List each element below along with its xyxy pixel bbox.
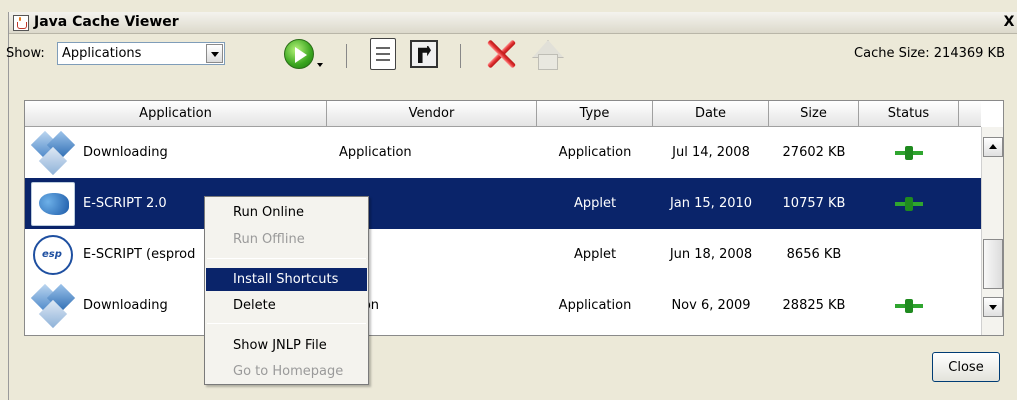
menu-item-run-online[interactable]: Run Online	[206, 201, 367, 224]
type-cell: Applet	[573, 247, 617, 262]
java-cache-icon	[30, 283, 76, 328]
status-cell	[859, 280, 959, 331]
context-menu: Run Online Run Offline Install Shortcuts…	[204, 196, 369, 385]
size-cell: 27602 KB	[782, 145, 846, 160]
status-cell	[859, 127, 959, 178]
applications-table: Application Vendor Type Date Size Status…	[24, 100, 1004, 336]
toolbar-separator	[346, 44, 347, 68]
menu-separator	[207, 258, 366, 259]
status-cell	[859, 229, 959, 280]
window-title: Java Cache Viewer	[34, 14, 179, 30]
menu-item-run-offline: Run Offline	[233, 232, 305, 247]
show-jnlp-file-icon[interactable]	[370, 38, 396, 70]
esp-icon	[33, 234, 73, 275]
java-cache-icon	[30, 130, 76, 175]
app-name: Downloading	[83, 145, 168, 160]
column-header-date[interactable]: Date	[653, 101, 769, 127]
menu-item-delete[interactable]: Delete	[206, 294, 367, 317]
type-cell: Application	[558, 298, 632, 313]
scroll-down-arrow-icon[interactable]	[983, 297, 1003, 317]
vendor-cell: Application	[339, 145, 412, 160]
table-row[interactable]: E-SCRIPT (esprod tion Applet Jun 18, 200…	[25, 229, 983, 280]
header-corner	[959, 101, 981, 127]
app-name: E-SCRIPT 2.0	[83, 196, 167, 211]
online-plug-icon	[895, 196, 923, 211]
type-cell: Applet	[573, 196, 617, 211]
scroll-up-arrow-icon[interactable]	[983, 137, 1003, 157]
menu-item-show-jnlp-file[interactable]: Show JNLP File	[206, 334, 367, 357]
show-dropdown-value: Applications	[62, 46, 142, 61]
date-cell: Nov 6, 2009	[671, 298, 751, 313]
delete-x-icon[interactable]	[485, 38, 517, 70]
status-cell	[859, 178, 959, 229]
column-header-size[interactable]: Size	[769, 101, 859, 127]
online-plug-icon	[895, 298, 923, 313]
run-options-chevron-down-icon[interactable]	[317, 63, 323, 67]
date-cell: Jan 15, 2010	[669, 196, 753, 211]
home-icon	[530, 38, 564, 70]
app-name: E-SCRIPT (esprod	[83, 247, 196, 262]
app-name: Downloading	[83, 298, 168, 313]
table-body: Downloading Application Application Jul …	[25, 127, 983, 331]
cache-size-label: Cache Size: 214369 KB	[854, 46, 1005, 61]
escript-icon	[31, 181, 75, 226]
scroll-thumb[interactable]	[983, 239, 1003, 289]
show-label: Show:	[6, 46, 45, 61]
menu-item-go-to-homepage: Go to Homepage	[233, 364, 344, 379]
table-row[interactable]: Downloading Application Application Jul …	[25, 127, 983, 178]
show-dropdown[interactable]: Applications	[57, 42, 225, 65]
table-row[interactable]: Downloading cation Application Nov 6, 20…	[25, 280, 983, 331]
toolbar-separator	[460, 44, 461, 68]
online-plug-icon	[895, 145, 923, 160]
run-button-play-icon[interactable]	[284, 39, 314, 69]
size-cell: 10757 KB	[782, 196, 846, 211]
column-header-application[interactable]: Application	[25, 101, 327, 127]
date-cell: Jul 14, 2008	[672, 145, 750, 160]
title-bar: Java Cache Viewer X	[9, 12, 1017, 34]
install-shortcut-icon[interactable]	[410, 40, 438, 68]
close-button[interactable]: Close	[932, 352, 1000, 382]
date-cell: Jun 18, 2008	[669, 247, 753, 262]
size-cell: 28825 KB	[782, 298, 846, 313]
vertical-scrollbar[interactable]	[981, 127, 1003, 335]
java-cup-icon	[13, 15, 29, 31]
menu-item-install-shortcuts[interactable]: Install Shortcuts	[206, 268, 367, 291]
column-header-type[interactable]: Type	[537, 101, 653, 127]
size-cell: 8656 KB	[786, 247, 842, 262]
table-row-selected[interactable]: E-SCRIPT 2.0 tion Applet Jan 15, 2010 10…	[25, 178, 983, 229]
chevron-down-icon[interactable]	[206, 44, 223, 63]
table-header: Application Vendor Type Date Size Status	[25, 101, 981, 127]
menu-separator	[207, 323, 366, 324]
window-close-button[interactable]: X	[1001, 14, 1017, 31]
type-cell: Application	[558, 145, 632, 160]
column-header-vendor[interactable]: Vendor	[327, 101, 537, 127]
column-header-status[interactable]: Status	[859, 101, 959, 127]
